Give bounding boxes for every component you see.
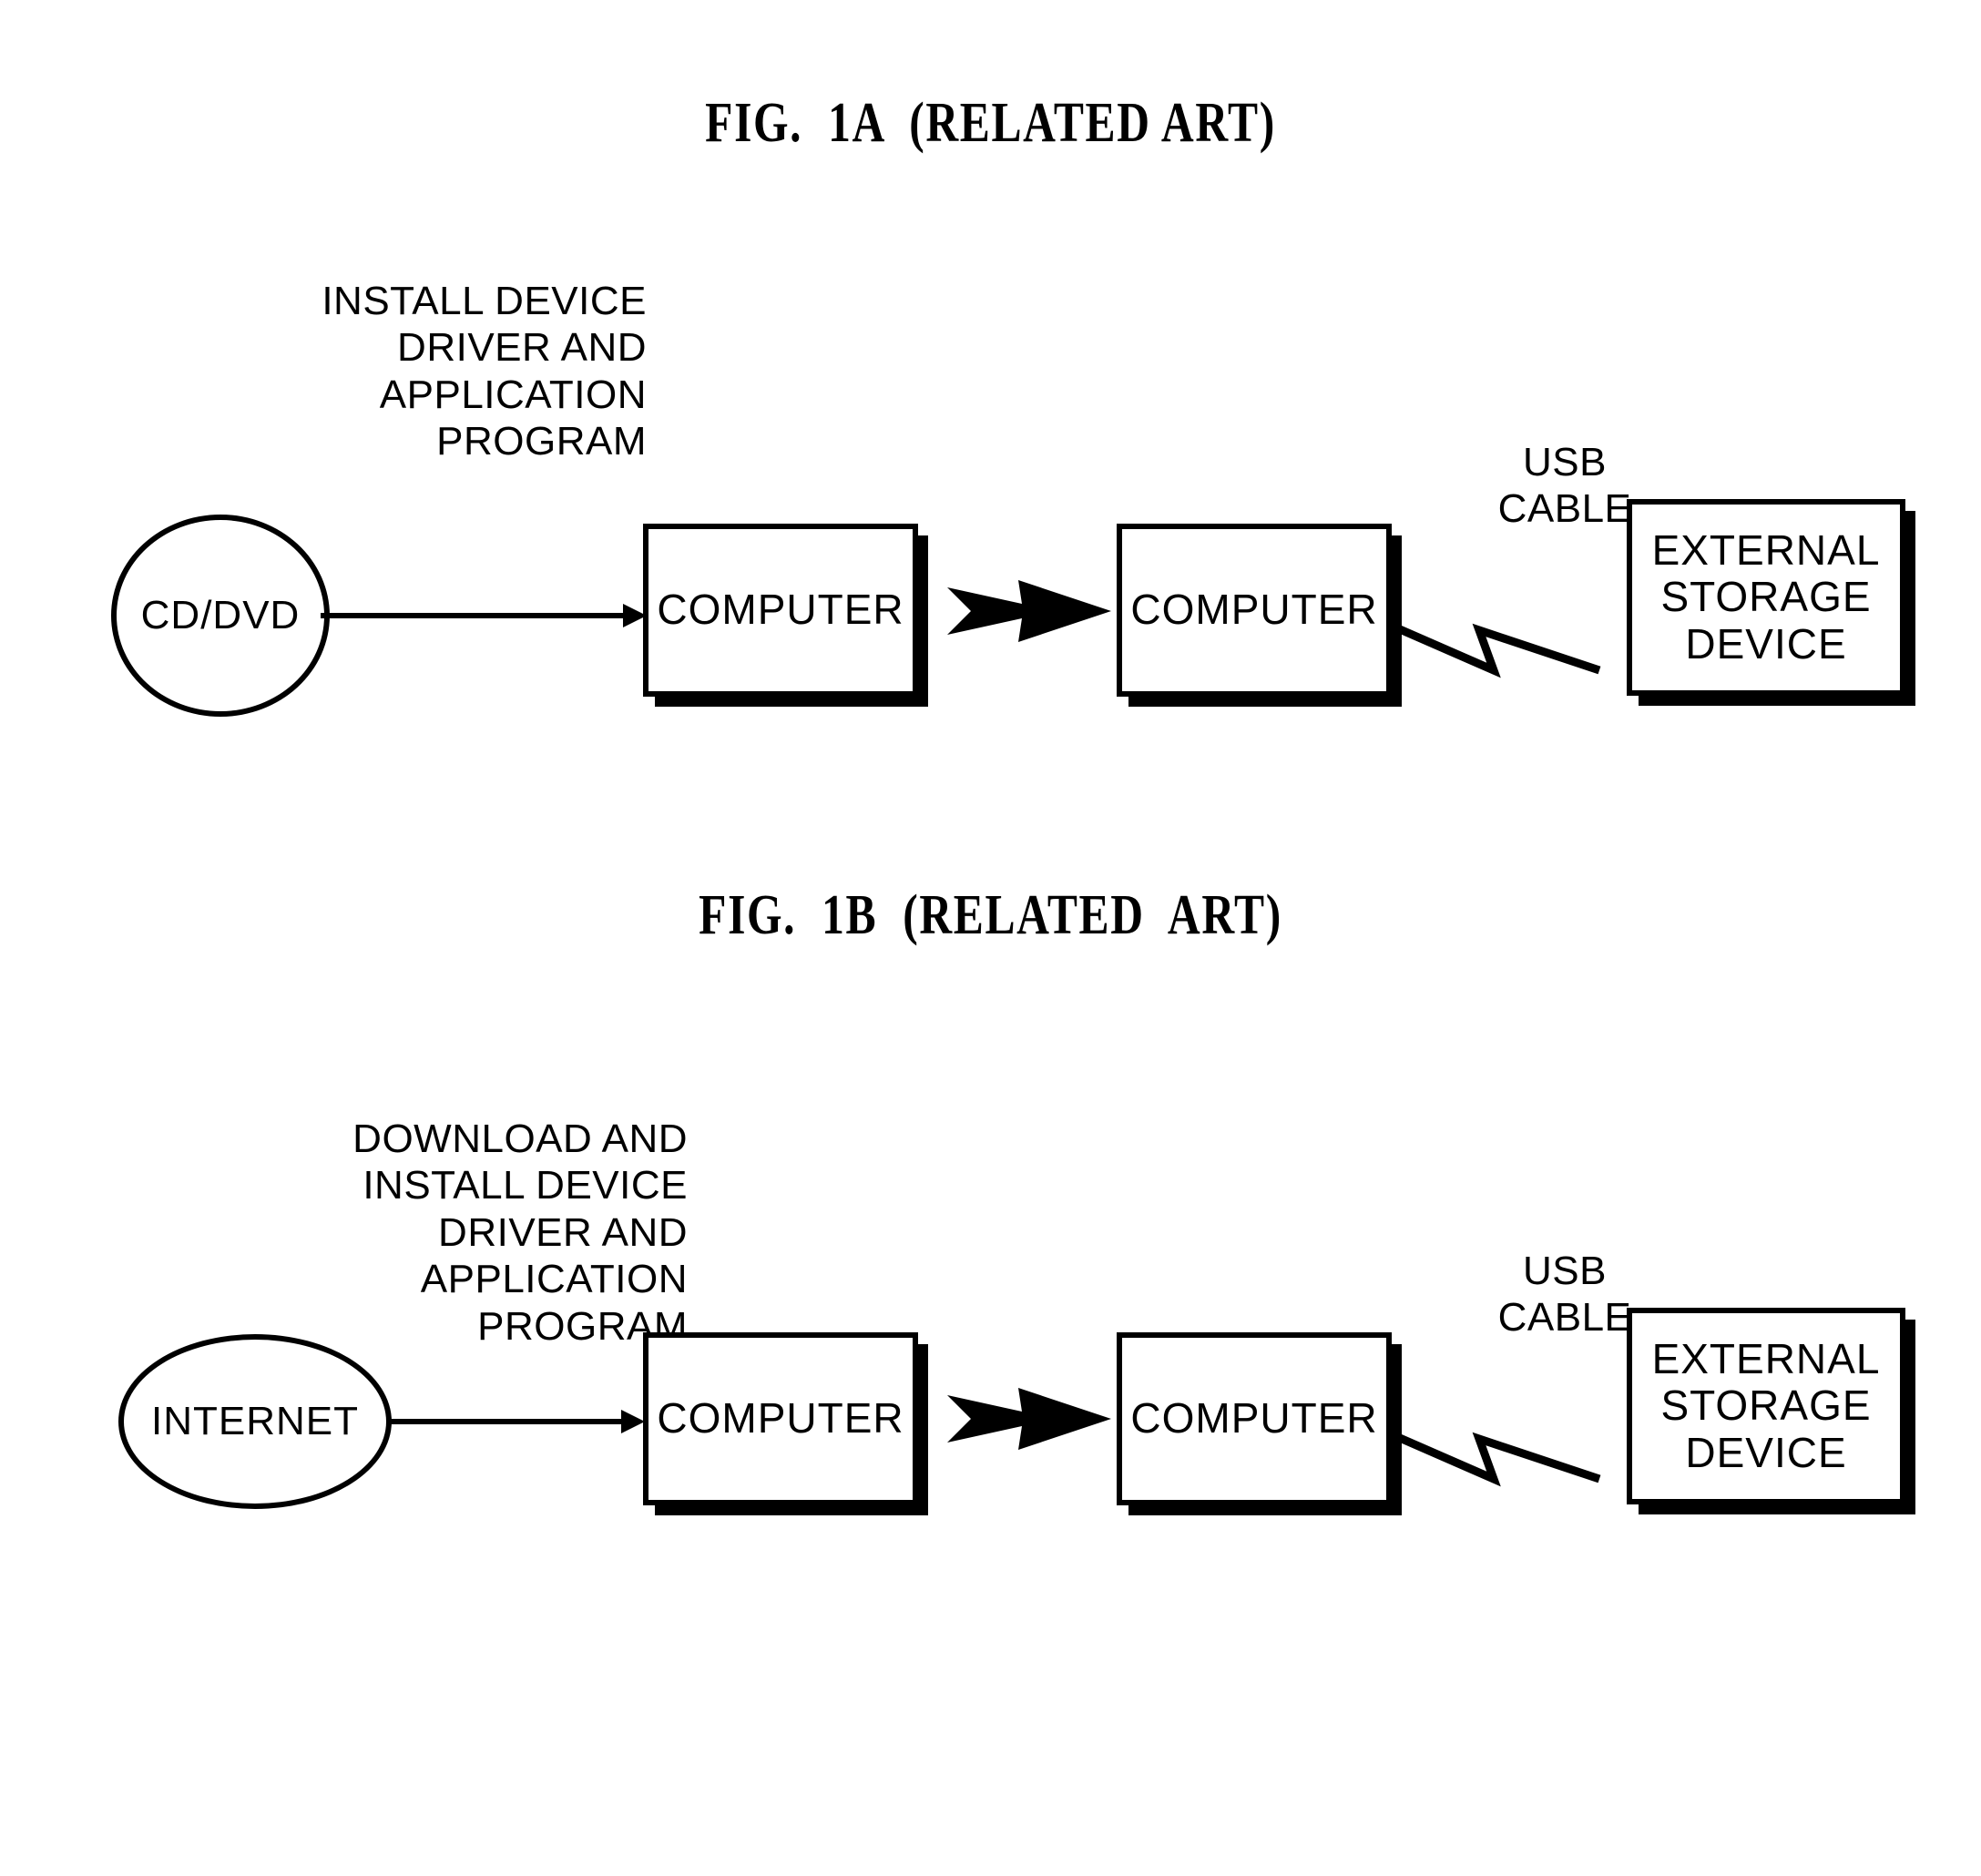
- figure-1b-download-caption: DOWNLOAD AND INSTALL DEVICE DRIVER AND A…: [352, 1116, 688, 1349]
- computer-box-right-label: COMPUTER: [1130, 1394, 1378, 1443]
- computer-box-right-label: COMPUTER: [1130, 586, 1378, 634]
- source-node-cd-dvd-label: CD/DVD: [140, 593, 301, 637]
- computer-box-left-label: COMPUTER: [657, 1394, 904, 1443]
- process-flow-arrow: [947, 578, 1111, 648]
- source-node-cd-dvd: CD/DVD: [111, 515, 330, 717]
- computer-box-right: COMPUTER: [1117, 1332, 1392, 1505]
- usb-cable-connector: [1392, 1419, 1630, 1514]
- connector-source-to-computer-arrowhead: [621, 1410, 645, 1433]
- source-node-internet-label: INTERNET: [151, 1399, 359, 1443]
- source-node-internet: INTERNET: [118, 1334, 392, 1509]
- external-storage-device-box: EXTERNAL STORAGE DEVICE: [1627, 1308, 1905, 1504]
- external-storage-device-label: EXTERNAL STORAGE DEVICE: [1651, 1334, 1881, 1476]
- external-storage-device-label: EXTERNAL STORAGE DEVICE: [1651, 525, 1881, 668]
- computer-box-right: COMPUTER: [1117, 524, 1392, 697]
- connector-source-to-computer: [321, 613, 630, 618]
- computer-box-left-label: COMPUTER: [657, 586, 904, 634]
- connector-source-to-computer: [390, 1419, 628, 1424]
- computer-box-left: COMPUTER: [643, 524, 918, 697]
- usb-cable-connector: [1392, 610, 1630, 706]
- figure-1b-title: FIG. 1B (RELATED ART): [699, 884, 1282, 946]
- external-storage-device-box: EXTERNAL STORAGE DEVICE: [1627, 499, 1905, 696]
- process-flow-arrow: [947, 1386, 1111, 1456]
- figure-1a-title: FIG. 1A (RELATED ART): [705, 92, 1276, 154]
- computer-box-left: COMPUTER: [643, 1332, 918, 1505]
- figure-1b-diagram: DOWNLOAD AND INSTALL DEVICE DRIVER AND A…: [0, 1056, 1981, 1876]
- figure-1a-install-caption: INSTALL DEVICE DRIVER AND APPLICATION PR…: [322, 279, 647, 464]
